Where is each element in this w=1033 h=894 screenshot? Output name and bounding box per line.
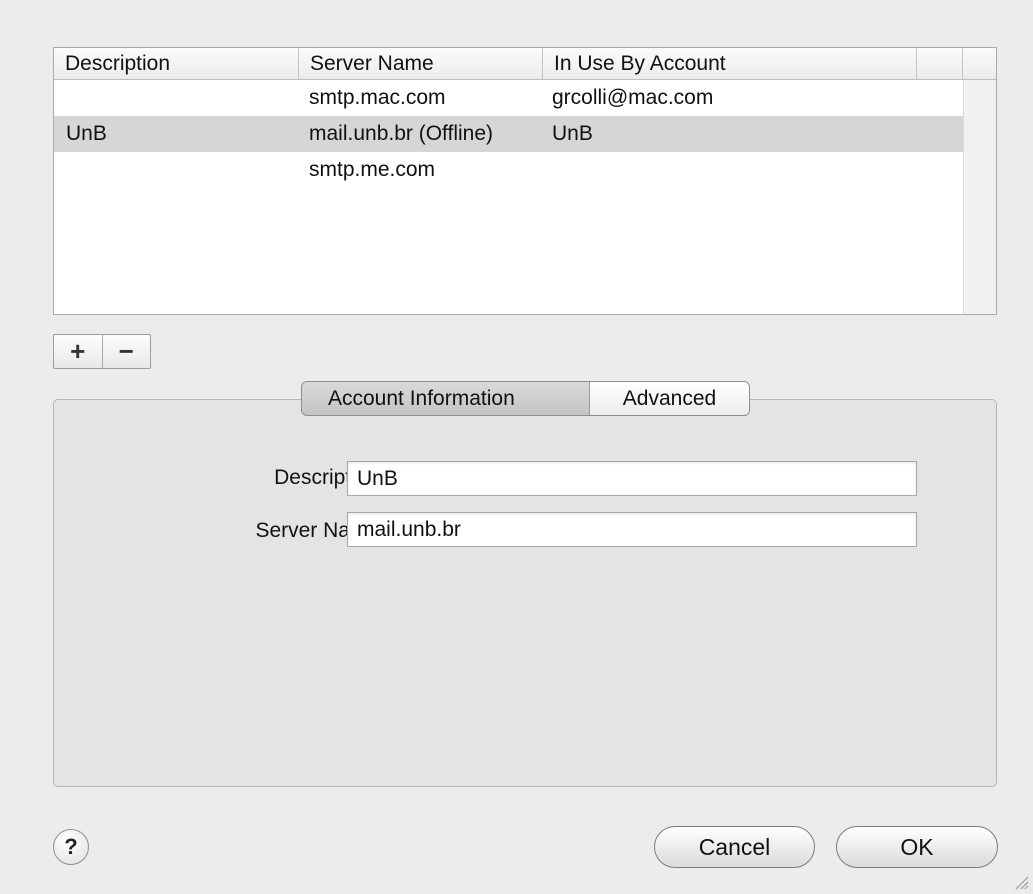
smtp-server-list-dialog: Description Server Name In Use By Accoun… — [0, 0, 1033, 894]
smtp-server-table: Description Server Name In Use By Accoun… — [53, 47, 997, 315]
remove-server-button[interactable]: − — [101, 335, 151, 368]
cell-account: grcolli@mac.com — [552, 86, 714, 109]
description-field[interactable] — [347, 461, 917, 496]
column-header-description[interactable]: Description — [54, 48, 299, 79]
tab-panel: Description: Server Name: — [53, 399, 997, 787]
resize-grip-icon[interactable] — [1011, 872, 1029, 890]
table-row[interactable]: smtp.mac.com grcolli@mac.com — [54, 80, 963, 116]
ok-button[interactable]: OK — [836, 826, 998, 868]
tab-advanced[interactable]: Advanced — [589, 382, 749, 415]
table-row-selected[interactable]: UnB mail.unb.br (Offline) UnB — [54, 116, 963, 152]
cell-account: UnB — [552, 122, 593, 145]
column-header-server-name[interactable]: Server Name — [299, 48, 543, 79]
cell-server-name: mail.unb.br (Offline) — [309, 122, 494, 145]
column-header-spacer — [917, 48, 963, 79]
tab-bar: Account Information Advanced — [301, 381, 750, 416]
table-body: smtp.mac.com grcolli@mac.com UnB mail.un… — [54, 80, 963, 188]
cancel-button[interactable]: Cancel — [654, 826, 815, 868]
tab-account-information[interactable]: Account Information — [302, 382, 589, 415]
add-server-button[interactable]: + — [54, 335, 102, 368]
cell-server-name: smtp.mac.com — [309, 86, 446, 109]
help-button[interactable]: ? — [53, 829, 89, 865]
table-row[interactable]: smtp.me.com — [54, 152, 963, 188]
table-vertical-scrollbar[interactable] — [963, 80, 996, 314]
column-header-in-use-by-account[interactable]: In Use By Account — [543, 48, 917, 79]
cell-server-name: smtp.me.com — [309, 158, 436, 181]
add-remove-control: + − — [53, 334, 151, 369]
server-name-field[interactable] — [347, 512, 917, 547]
cell-description: UnB — [66, 122, 107, 145]
table-header: Description Server Name In Use By Accoun… — [54, 48, 996, 80]
